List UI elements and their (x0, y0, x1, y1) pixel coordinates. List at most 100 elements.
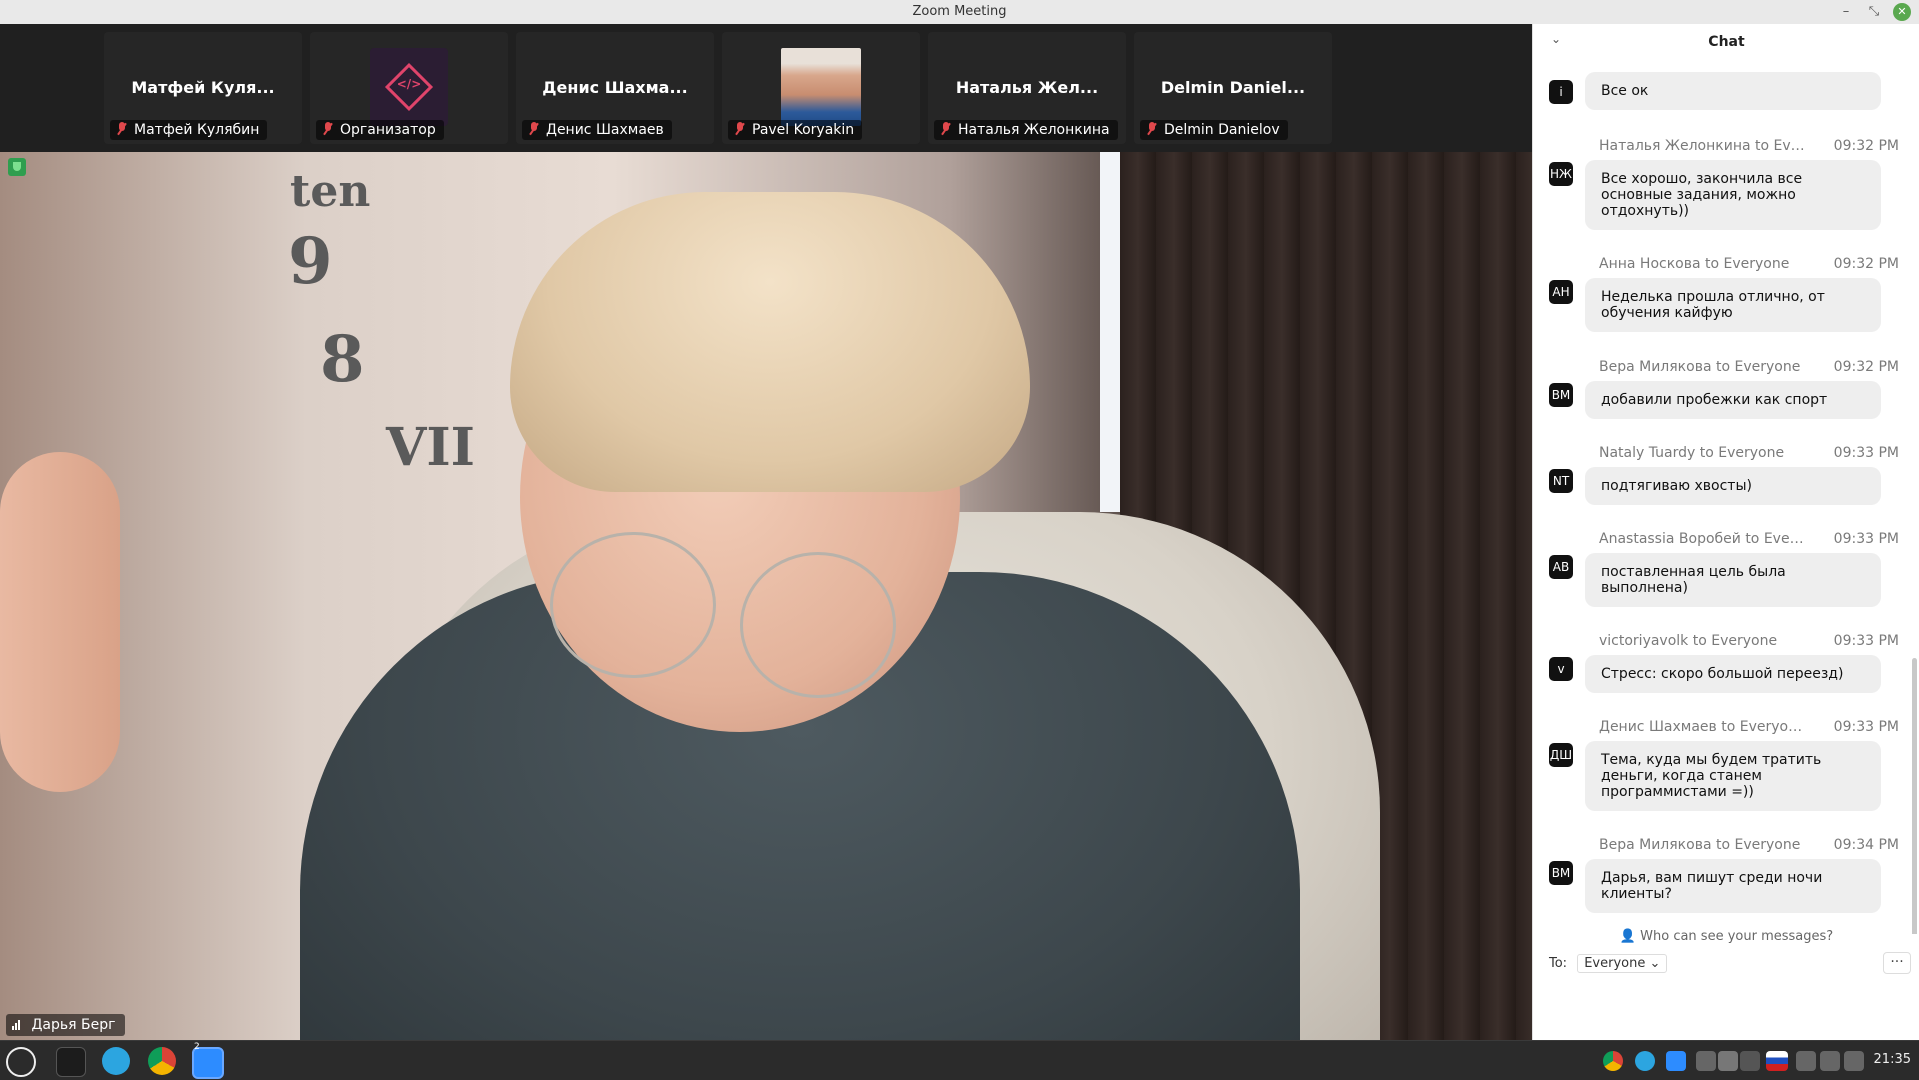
participant-display-name: Матфей Куля... (131, 78, 275, 97)
participant-name-label: Наталья Желонкина (934, 120, 1118, 140)
zoom-badge: 2 (194, 1042, 200, 1052)
meeting-stage: Матфей Куля... Матфей Кулябин </> Органи… (0, 24, 1532, 1040)
participant-name-label: Организатор (316, 120, 444, 140)
chat-meta: victoriyavolk to Everyone 09:33 PM (1599, 633, 1909, 649)
chat-sender: Денис Шахмаев to Everyone (1599, 719, 1805, 735)
chat-time: 09:33 PM (1833, 445, 1899, 461)
more-options-button[interactable]: ··· (1883, 952, 1911, 974)
chat-bubble: Дарья, вам пишут среди ночи клиенты? (1585, 859, 1881, 913)
keyboard-layout-flag-icon[interactable] (1766, 1051, 1788, 1071)
video-glasses-lens (740, 552, 896, 698)
mic-muted-icon (1146, 122, 1158, 136)
chat-meta: Вера Милякова to Everyone 09:34 PM (1599, 837, 1909, 853)
active-speaker-name: Дарья Берг (31, 1017, 116, 1033)
chat-sender: victoriyavolk to Everyone (1599, 633, 1778, 649)
participant-tile[interactable]: Наталья Жел... Наталья Желонкина (928, 32, 1126, 144)
chat-message-list[interactable]: i Все ок Наталья Желонкина to Eve... 09:3… (1533, 58, 1919, 934)
taskbar: 2 21:35 (0, 1040, 1919, 1080)
chat-bubble: Неделька прошла отлично, от обучения кай… (1585, 278, 1881, 332)
participant-tile[interactable]: Денис Шахма... Денис Шахмаев (516, 32, 714, 144)
avatar: ДШ (1549, 743, 1573, 767)
chat-recipient-row: To: Everyone ⌄ (1549, 954, 1668, 973)
minimize-icon[interactable]: – (1837, 3, 1855, 21)
active-speaker-video[interactable]: ten 9 8 VII Дарья Берг (0, 152, 1532, 1040)
chat-time: 09:33 PM (1833, 633, 1899, 649)
chat-bubble: Все ок (1585, 72, 1881, 110)
battery-icon[interactable] (1844, 1051, 1864, 1071)
video-person-hair (510, 192, 1030, 492)
chat-sender: Анна Носкова to Everyone (1599, 256, 1790, 272)
terminal-icon[interactable] (56, 1047, 86, 1077)
signal-bars-icon (12, 1015, 21, 1037)
bluetooth-icon[interactable] (1696, 1051, 1716, 1071)
chat-bubble: подтягиваю хвосты) (1585, 467, 1881, 505)
chevron-down-icon: ⌄ (1649, 956, 1661, 971)
wall-clock-number: ten (290, 166, 371, 217)
chrome-tray-icon[interactable] (1603, 1051, 1623, 1071)
chat-time: 09:33 PM (1833, 719, 1899, 735)
volume-icon[interactable] (1820, 1051, 1840, 1071)
telegram-icon[interactable] (102, 1047, 130, 1075)
participant-name-label: Денис Шахмаев (522, 120, 672, 140)
avatar: NT (1549, 469, 1573, 493)
chat-meta: Nataly Tuardy to Everyone 09:33 PM (1599, 445, 1909, 461)
chat-time: 09:33 PM (1833, 531, 1899, 547)
chat-header: ⌄ Chat (1533, 24, 1919, 58)
video-glasses-lens (550, 532, 716, 678)
network-icon[interactable] (1796, 1051, 1816, 1071)
participant-tile[interactable]: Delmin Daniel... Delmin Danielov (1134, 32, 1332, 144)
participant-display-name: Наталья Жел... (955, 78, 1099, 97)
mic-muted-icon (116, 122, 128, 136)
chat-time: 09:32 PM (1833, 256, 1899, 272)
participant-display-name: Денис Шахма... (542, 78, 688, 97)
chat-scrollbar[interactable] (1912, 658, 1917, 934)
window-titlebar: Zoom Meeting – ⤡ ✕ (0, 0, 1919, 25)
mic-muted-icon (528, 122, 540, 136)
organizer-logo: </> (370, 48, 448, 126)
shield-tray-icon[interactable] (1740, 1051, 1760, 1071)
participant-label-text: Pavel Koryakin (752, 122, 855, 138)
chat-sender: Nataly Tuardy to Everyone (1599, 445, 1785, 461)
mic-muted-icon (322, 122, 334, 136)
chat-bubble: Все хорошо, закончила все основные задан… (1585, 160, 1881, 230)
clock[interactable]: 21:35 (1874, 1052, 1911, 1067)
chat-time: 09:32 PM (1833, 138, 1899, 154)
mint-menu-icon[interactable] (6, 1047, 36, 1077)
chat-sender: Вера Милякова to Everyone (1599, 837, 1801, 853)
recipient-select[interactable]: Everyone ⌄ (1577, 954, 1668, 973)
chat-panel: ⌄ Chat i Все ок Наталья Желонкина to Eve… (1532, 24, 1919, 1040)
avatar: v (1549, 657, 1573, 681)
chat-sender: Наталья Желонкина to Eve... (1599, 138, 1805, 154)
participant-tile[interactable]: Pavel Koryakin (722, 32, 920, 144)
window-title: Zoom Meeting (912, 4, 1007, 19)
avatar: НЖ (1549, 162, 1573, 186)
chat-meta: Вера Милякова to Everyone 09:32 PM (1599, 359, 1909, 375)
telegram-tray-icon[interactable] (1635, 1051, 1655, 1071)
code-brackets-icon: </> (396, 77, 422, 91)
chrome-icon[interactable] (148, 1047, 176, 1075)
wall-clock-number: 8 (320, 322, 365, 397)
avatar: АН (1549, 280, 1573, 304)
chat-time: 09:32 PM (1833, 359, 1899, 375)
avatar: ВМ (1549, 861, 1573, 885)
participant-tile[interactable]: Матфей Куля... Матфей Кулябин (104, 32, 302, 144)
clipboard-icon[interactable] (1718, 1051, 1738, 1071)
chat-sender: Anastassia Воробей to Ever... (1599, 531, 1805, 547)
chat-sender: Вера Милякова to Everyone (1599, 359, 1801, 375)
mic-muted-icon (940, 122, 952, 136)
close-icon[interactable]: ✕ (1893, 3, 1911, 21)
restore-icon[interactable]: ⤡ (1865, 3, 1883, 21)
who-can-see-link[interactable]: 👤 Who can see your messages? (1533, 929, 1919, 944)
participant-label-text: Delmin Danielov (1164, 122, 1280, 138)
encryption-shield-icon[interactable] (8, 158, 26, 176)
participant-label-text: Организатор (340, 122, 436, 138)
chat-meta: Anastassia Воробей to Ever... 09:33 PM (1599, 531, 1909, 547)
participant-tile[interactable]: </> Организатор (310, 32, 508, 144)
chat-bubble: Тема, куда мы будем тратить деньги, когд… (1585, 741, 1881, 811)
participant-strip: Матфей Куля... Матфей Кулябин </> Органи… (0, 24, 1532, 152)
chat-meta: Денис Шахмаев to Everyone 09:33 PM (1599, 719, 1909, 735)
wall-clock-number: VII (386, 417, 475, 478)
participant-label-text: Наталья Желонкина (958, 122, 1110, 138)
chat-bubble: добавили пробежки как спорт (1585, 381, 1881, 419)
zoom-tray-icon[interactable] (1666, 1051, 1686, 1071)
